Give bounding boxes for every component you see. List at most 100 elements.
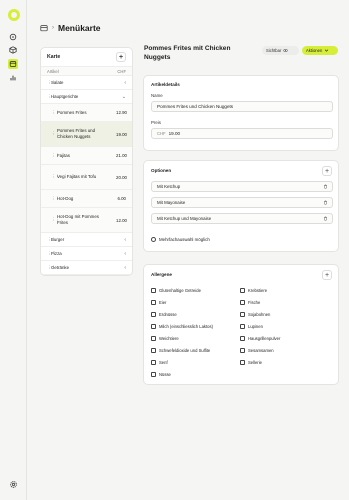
menu-item-row[interactable]: ⋮⋮ Pommes Frites 12.90: [41, 104, 132, 122]
gear-icon[interactable]: [9, 480, 18, 489]
name-input[interactable]: Pommes Frites und Chicken Nuggets: [151, 101, 333, 112]
multi-select-radio[interactable]: [151, 237, 156, 242]
chevron-left-icon[interactable]: ‹: [120, 237, 132, 243]
category-name: Hauptgerichte: [51, 93, 79, 99]
allergen-checkbox[interactable]: Senf: [151, 360, 168, 365]
chevron-down-icon[interactable]: ⌄: [120, 94, 132, 100]
option-label: Mit Mayonaise: [157, 200, 186, 205]
option-row[interactable]: Mit Mayonaise: [151, 197, 333, 208]
checkbox[interactable]: [151, 360, 156, 365]
menu-item-name: Pommes Frites und Chicken Nuggets: [57, 128, 96, 139]
category-row[interactable]: ⋮⋮ Salate ‹: [41, 76, 132, 90]
box-icon[interactable]: [8, 45, 18, 55]
options-section-title: Optionen: [151, 168, 172, 173]
details-card: Artikeldetails Name Pommes Frites und Ch…: [143, 75, 339, 151]
menu-item-row[interactable]: ⋮⋮ Hot-Dog mit Pommes Frites 12.00: [41, 208, 132, 233]
category-row[interactable]: ⋮⋮ Burger ‹: [41, 233, 132, 247]
checkbox[interactable]: [151, 372, 156, 377]
checkbox[interactable]: [151, 300, 156, 305]
menu-item-price: 20.00: [116, 174, 127, 180]
menu-item-row[interactable]: ⋮⋮ Hot-Dog 6.00: [41, 190, 132, 208]
multi-select-toggle[interactable]: Mehrfachauswahl möglich: [151, 237, 210, 242]
checkbox[interactable]: [240, 360, 245, 365]
category-name: Getränke: [51, 264, 70, 270]
options-card: Optionen + Mit Ketchup Mit Mayonaise Mit K…: [143, 160, 339, 252]
chevron-left-icon[interactable]: ‹: [120, 80, 132, 86]
visibility-badge[interactable]: Sichtbar: [262, 46, 299, 55]
menu-item-name: Hot-Dog mit Pommes Frites: [57, 214, 99, 225]
option-row[interactable]: Mit Ketchup: [151, 181, 333, 192]
checkbox[interactable]: [151, 336, 156, 341]
actions-button[interactable]: Aktionen: [302, 46, 338, 55]
allergen-label: Fische: [248, 300, 261, 305]
allergen-checkbox[interactable]: Schwefeldioxide und Sulfite: [151, 348, 210, 353]
trash-icon[interactable]: [323, 216, 328, 221]
menu-card-icon[interactable]: [8, 59, 18, 69]
allergen-checkbox[interactable]: Sesamsamen: [240, 348, 274, 353]
add-option-button[interactable]: +: [322, 166, 332, 176]
checkbox[interactable]: [240, 324, 245, 329]
drag-handle-icon[interactable]: ⋮⋮: [47, 251, 56, 257]
menu-item-row[interactable]: ⋮⋮ Fajitas 21.00: [41, 147, 132, 165]
drag-handle-icon[interactable]: ⋮⋮: [51, 196, 60, 202]
allergen-checkbox[interactable]: Erdnüsse: [151, 312, 177, 317]
allergen-checkbox[interactable]: Eier: [151, 300, 166, 305]
allergen-label: Hausgrillenpulver: [248, 336, 281, 341]
category-name: Burger: [51, 236, 65, 242]
trash-icon[interactable]: [323, 184, 328, 189]
category-row[interactable]: ⋮⋮ Pizza ‹: [41, 247, 132, 261]
allergen-checkbox[interactable]: Krebstiere: [240, 288, 267, 293]
drag-handle-icon[interactable]: ⋮⋮: [47, 80, 56, 86]
eye-icon: [283, 49, 289, 52]
checkbox[interactable]: [151, 324, 156, 329]
allergen-label: Erdnüsse: [159, 312, 177, 317]
allergen-checkbox[interactable]: Lupinen: [240, 324, 263, 329]
add-category-button[interactable]: +: [116, 52, 126, 62]
allergen-checkbox[interactable]: Weichtiere: [151, 336, 179, 341]
allergen-label: Krebstiere: [248, 288, 268, 293]
allergen-checkbox[interactable]: Sojabohnen: [240, 312, 270, 317]
menu-rows: ⋮⋮ Salate ‹ ⋮⋮ Hauptgerichte ⌄ ⋮⋮ Pommes Frites…: [41, 76, 132, 275]
chevron-left-icon[interactable]: ‹: [120, 265, 132, 271]
checkbox[interactable]: [240, 336, 245, 341]
drag-handle-icon[interactable]: ⋮⋮: [51, 217, 60, 223]
drag-handle-icon[interactable]: ⋮⋮: [47, 94, 56, 100]
menu-item-price: 19.00: [116, 131, 127, 137]
allergen-checkbox[interactable]: Glutenhaltige Getreide: [151, 288, 201, 293]
category-row[interactable]: ⋮⋮ Getränke ‹: [41, 261, 132, 275]
home-icon[interactable]: [8, 32, 18, 42]
allergens-section-title: Allergene: [151, 272, 172, 277]
drag-handle-icon[interactable]: ⋮⋮: [51, 110, 60, 116]
allergen-checkbox[interactable]: Sellerie: [240, 360, 262, 365]
price-input[interactable]: CHF 19.00: [151, 128, 333, 139]
checkbox[interactable]: [240, 312, 245, 317]
menu-item-row[interactable]: ⋮⋮ Vegi Fajitas mit Tofu 20.00: [41, 165, 132, 190]
drag-handle-icon[interactable]: ⋮⋮: [47, 265, 56, 271]
menu-item-row[interactable]: ⋮⋮ Pommes Frites und Chicken Nuggets 19.00: [41, 122, 132, 147]
chevron-left-icon[interactable]: ‹: [120, 251, 132, 257]
stats-icon[interactable]: [8, 73, 18, 83]
checkbox[interactable]: [151, 288, 156, 293]
category-row[interactable]: ⋮⋮ Hauptgerichte ⌄: [41, 90, 132, 104]
add-allergen-button[interactable]: +: [322, 270, 332, 280]
checkbox[interactable]: [240, 300, 245, 305]
checkbox[interactable]: [151, 348, 156, 353]
menu-column-header: Artikel CHF: [41, 66, 132, 76]
menu-item-price: 6.00: [117, 196, 126, 201]
checkbox[interactable]: [240, 348, 245, 353]
allergen-checkbox[interactable]: Fische: [240, 300, 260, 305]
drag-handle-icon[interactable]: ⋮⋮: [47, 237, 56, 243]
trash-icon[interactable]: [323, 200, 328, 205]
drag-handle-icon[interactable]: ⋮⋮: [51, 153, 60, 159]
checkbox[interactable]: [240, 288, 245, 293]
option-row[interactable]: Mit Ketchup und Mayonaise: [151, 213, 333, 224]
allergen-checkbox[interactable]: Nüsse: [151, 372, 171, 377]
menu-card-icon: [40, 25, 48, 32]
drag-handle-icon[interactable]: ⋮⋮: [51, 174, 60, 180]
allergen-label: Sesamsamen: [248, 348, 274, 353]
checkbox[interactable]: [151, 312, 156, 317]
menu-panel-title: Karte: [47, 54, 61, 60]
allergen-checkbox[interactable]: Milch (einschliesslich Laktos): [151, 324, 213, 329]
drag-handle-icon[interactable]: ⋮⋮: [51, 131, 60, 137]
allergen-checkbox[interactable]: Hausgrillenpulver: [240, 336, 280, 341]
